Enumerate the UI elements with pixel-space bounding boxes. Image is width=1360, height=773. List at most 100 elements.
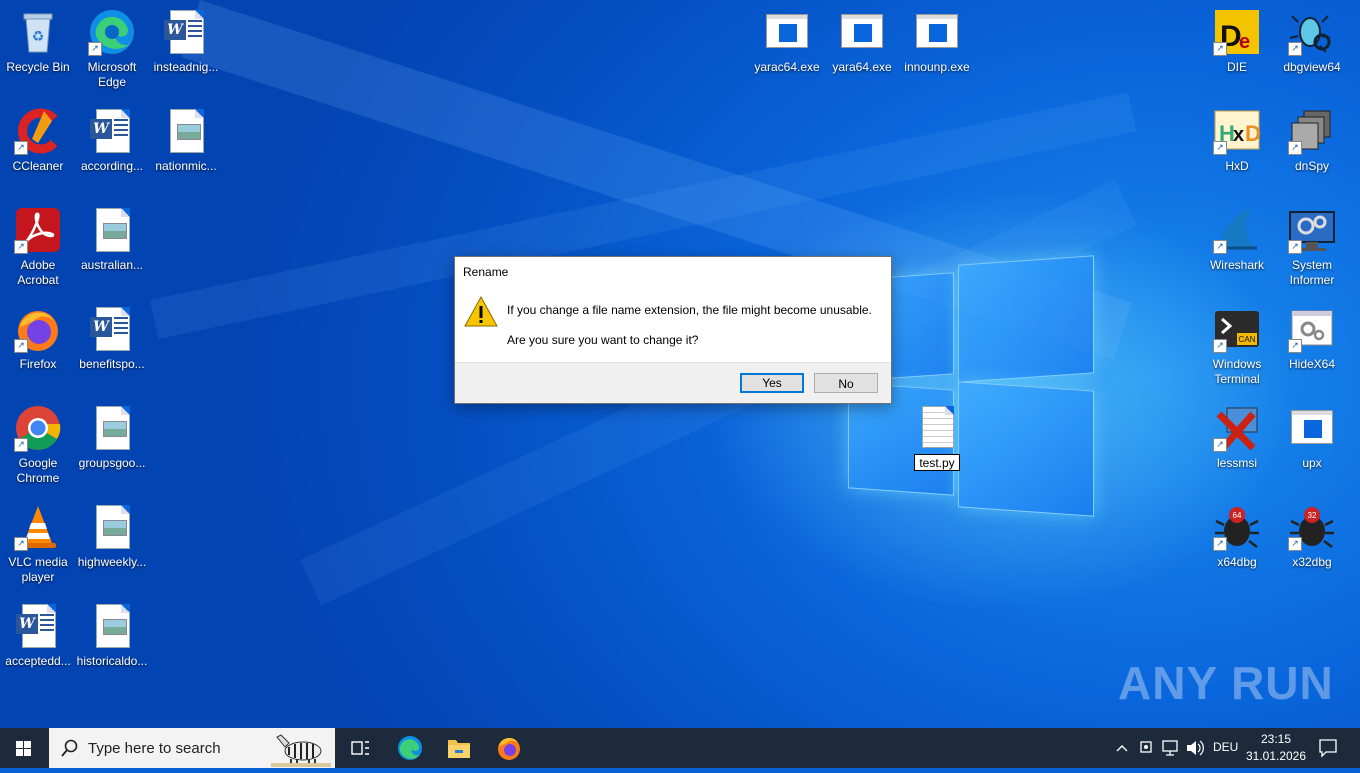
show-hidden-icons-chevron-icon[interactable] — [1112, 728, 1132, 768]
input-language-indicator[interactable]: DEU — [1213, 740, 1238, 756]
desktop-icon-yara64[interactable]: yara64.exe — [824, 8, 900, 75]
volume-icon[interactable] — [1184, 728, 1206, 768]
shortcut-arrow-icon: ↗ — [1288, 537, 1302, 551]
network-icon[interactable] — [1160, 728, 1182, 768]
rename-edit-box[interactable]: test.py — [914, 454, 960, 471]
desktop-icon-wireshark[interactable]: ↗ Wireshark — [1199, 206, 1275, 273]
desktop-icon-firefox[interactable]: ↗ Firefox — [0, 305, 76, 372]
shortcut-arrow-icon: ↗ — [88, 42, 102, 56]
desktop-icon-acceptedd[interactable]: W acceptedd... — [0, 602, 76, 669]
wireshark-fin-icon: ↗ — [1213, 206, 1261, 254]
shortcut-arrow-icon: ↗ — [14, 141, 28, 155]
system-informer-icon: ↗ — [1288, 206, 1336, 254]
desktop-icon-upx[interactable]: upx — [1274, 404, 1350, 471]
desktop-icon-benefitspo[interactable]: W benefitspo... — [74, 305, 150, 372]
acrobat-icon: ↗ — [14, 206, 62, 254]
firefox-icon: ↗ — [14, 305, 62, 353]
desktop-icon-test-py[interactable]: test.py — [914, 404, 960, 471]
x64dbg-bug-icon: 64 ↗ — [1213, 503, 1261, 551]
image-file-icon — [88, 602, 136, 650]
desktop-icon-google-chrome[interactable]: ↗ Google Chrome — [0, 404, 76, 486]
desktop-icon-historicaldo[interactable]: historicaldo... — [74, 602, 150, 669]
desktop-icon-vlc[interactable]: ↗ VLC media player — [0, 503, 76, 585]
desktop-icon-groupsgoo[interactable]: groupsgoo... — [74, 404, 150, 471]
svg-text:e: e — [1239, 31, 1250, 53]
executable-window-icon — [838, 8, 886, 56]
desktop-icon-highweekly[interactable]: highweekly... — [74, 503, 150, 570]
edge-icon — [398, 736, 422, 760]
meet-now-icon[interactable] — [1137, 728, 1157, 768]
shortcut-arrow-icon: ↗ — [1213, 42, 1227, 56]
shortcut-arrow-icon: ↗ — [1288, 141, 1302, 155]
taskbar-search-box[interactable]: Type here to search — [49, 728, 335, 768]
desktop-icon-insteadnig[interactable]: W insteadnig... — [148, 8, 224, 75]
image-file-icon — [88, 206, 136, 254]
yes-button[interactable]: Yes — [740, 373, 804, 393]
word-document-icon: W — [162, 8, 210, 56]
dialog-message: If you change a file name extension, the… — [507, 303, 872, 317]
desktop-icon-dbgview64[interactable]: ↗ dbgview64 — [1274, 8, 1350, 75]
folder-icon — [448, 740, 470, 758]
desktop-icon-adobe-acrobat[interactable]: ↗ Adobe Acrobat — [0, 206, 76, 288]
clock-time[interactable]: 23:15 — [1248, 732, 1304, 746]
taskbar-firefox-button[interactable] — [485, 728, 533, 768]
anyrun-watermark: ANY RUN — [1118, 657, 1334, 709]
warning-icon — [464, 295, 498, 329]
shortcut-arrow-icon: ↗ — [1213, 438, 1227, 452]
desktop-icon-according[interactable]: W according... — [74, 107, 150, 174]
x32dbg-bug-icon: 32 ↗ — [1288, 503, 1336, 551]
desktop-icon-die[interactable]: De ↗ DIE — [1199, 8, 1275, 75]
svg-text:D: D — [1245, 121, 1261, 146]
desktop-icon-australian[interactable]: australian... — [74, 206, 150, 273]
desktop-icon-windows-terminal[interactable]: CAN ↗ Windows Terminal — [1199, 305, 1275, 387]
task-view-icon — [351, 741, 369, 755]
desktop-icon-recycle-bin[interactable]: ♻ Recycle Bin — [0, 8, 76, 75]
text-file-icon — [914, 404, 960, 452]
desktop-icon-microsoft-edge[interactable]: ↗ Microsoft Edge — [74, 8, 150, 90]
start-button[interactable] — [0, 728, 48, 768]
clock-date[interactable]: 31.01.2026 — [1244, 749, 1308, 763]
task-view-button[interactable] — [336, 728, 384, 768]
executable-window-icon — [1288, 404, 1336, 452]
desktop-icon-hxd[interactable]: HxD ↗ HxD — [1199, 107, 1275, 174]
desktop[interactable]: ♻ Recycle Bin ↗ Microsoft Edge W instead… — [0, 0, 1360, 728]
desktop-icon-system-informer[interactable]: ↗ System Informer — [1274, 206, 1350, 288]
desktop-icon-dnspy[interactable]: ↗ dnSpy — [1274, 107, 1350, 174]
image-file-icon — [88, 404, 136, 452]
desktop-icon-yarac64[interactable]: yarac64.exe — [749, 8, 825, 75]
taskbar: Type here to search DEU 23:15 31.01.2026 — [0, 728, 1360, 768]
shortcut-arrow-icon: ↗ — [1288, 42, 1302, 56]
svg-text:32: 32 — [1308, 511, 1317, 520]
shortcut-arrow-icon: ↗ — [1213, 537, 1227, 551]
desktop-icon-x64dbg[interactable]: 64 ↗ x64dbg — [1199, 503, 1275, 570]
desktop-icon-nationmic[interactable]: nationmic... — [148, 107, 224, 174]
die-icon: De ↗ — [1213, 8, 1261, 56]
executable-window-icon — [763, 8, 811, 56]
recycle-bin-icon: ♻ — [14, 8, 62, 56]
desktop-icon-innounp[interactable]: innounp.exe — [899, 8, 975, 75]
search-icon — [61, 739, 78, 757]
svg-text:♻: ♻ — [32, 28, 45, 44]
shortcut-arrow-icon: ↗ — [1213, 240, 1227, 254]
shortcut-arrow-icon: ↗ — [1213, 339, 1227, 353]
svg-text:64: 64 — [1233, 511, 1242, 520]
image-file-icon — [162, 107, 210, 155]
windows-start-icon — [16, 741, 31, 756]
desktop-icon-hidex64[interactable]: ↗ HideX64 — [1274, 305, 1350, 372]
desktop-icon-lessmsi[interactable]: ↗ lessmsi — [1199, 404, 1275, 471]
desktop-icon-ccleaner[interactable]: ↗ CCleaner — [0, 107, 76, 174]
shortcut-arrow-icon: ↗ — [1288, 339, 1302, 353]
terminal-icon: CAN ↗ — [1213, 305, 1261, 353]
taskbar-file-explorer-button[interactable] — [435, 728, 483, 768]
vlc-cone-icon: ↗ — [14, 503, 62, 551]
zebra-illustration-icon — [271, 734, 331, 767]
shortcut-arrow-icon: ↗ — [14, 438, 28, 452]
notifications-icon[interactable] — [1316, 728, 1340, 768]
desktop-icon-x32dbg[interactable]: 32 ↗ x32dbg — [1274, 503, 1350, 570]
taskbar-edge-button[interactable] — [386, 728, 434, 768]
bug-magnifier-icon: ↗ — [1288, 8, 1336, 56]
shortcut-arrow-icon: ↗ — [14, 537, 28, 551]
no-button[interactable]: No — [814, 373, 878, 393]
search-placeholder: Type here to search — [88, 740, 221, 757]
executable-window-icon — [913, 8, 961, 56]
